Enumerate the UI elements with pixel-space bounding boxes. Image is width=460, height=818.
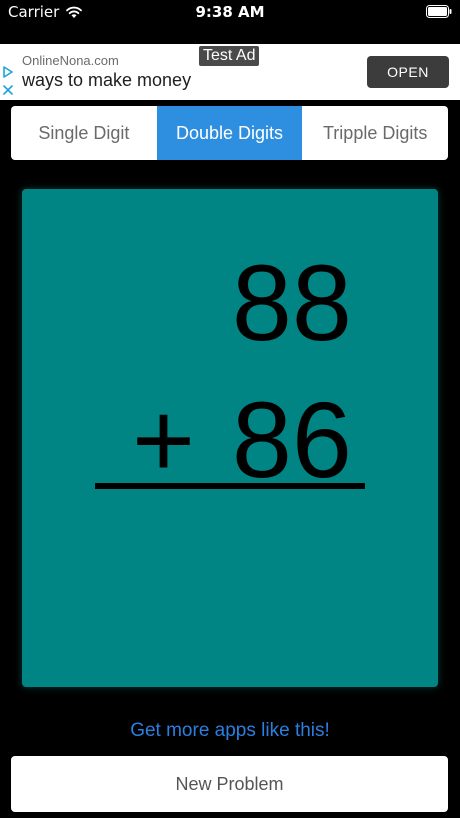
ad-source: OnlineNona.com — [22, 53, 119, 68]
problem-card: 88 + 86 — [22, 189, 438, 687]
top-number: 88 — [231, 242, 352, 363]
difficulty-selector: Single Digit Double Digits Tripple Digit… — [11, 106, 448, 160]
ad-open-button[interactable]: OPEN — [367, 56, 449, 88]
status-time: 9:38 AM — [195, 3, 265, 21]
ad-headline[interactable]: ways to make money — [22, 70, 191, 91]
ad-test-badge: Test Ad — [199, 46, 260, 66]
segment-double-digits[interactable]: Double Digits — [156, 106, 303, 160]
ad-play-icon[interactable] — [2, 66, 14, 78]
segment-tripple-digits[interactable]: Tripple Digits — [302, 106, 448, 160]
battery-icon — [426, 5, 452, 18]
segment-single-digit[interactable]: Single Digit — [11, 106, 157, 160]
status-bar: Carrier 9:38 AM — [0, 0, 460, 26]
more-apps-link[interactable]: Get more apps like this! — [0, 720, 460, 742]
ad-banner[interactable]: Test Ad OnlineNona.com ways to make mone… — [0, 44, 460, 100]
new-problem-button[interactable]: New Problem — [11, 756, 448, 812]
ad-close-icon[interactable] — [2, 84, 14, 96]
operator-sign: + — [132, 379, 196, 500]
bottom-number: 86 — [231, 379, 352, 500]
answer-line — [95, 483, 365, 489]
